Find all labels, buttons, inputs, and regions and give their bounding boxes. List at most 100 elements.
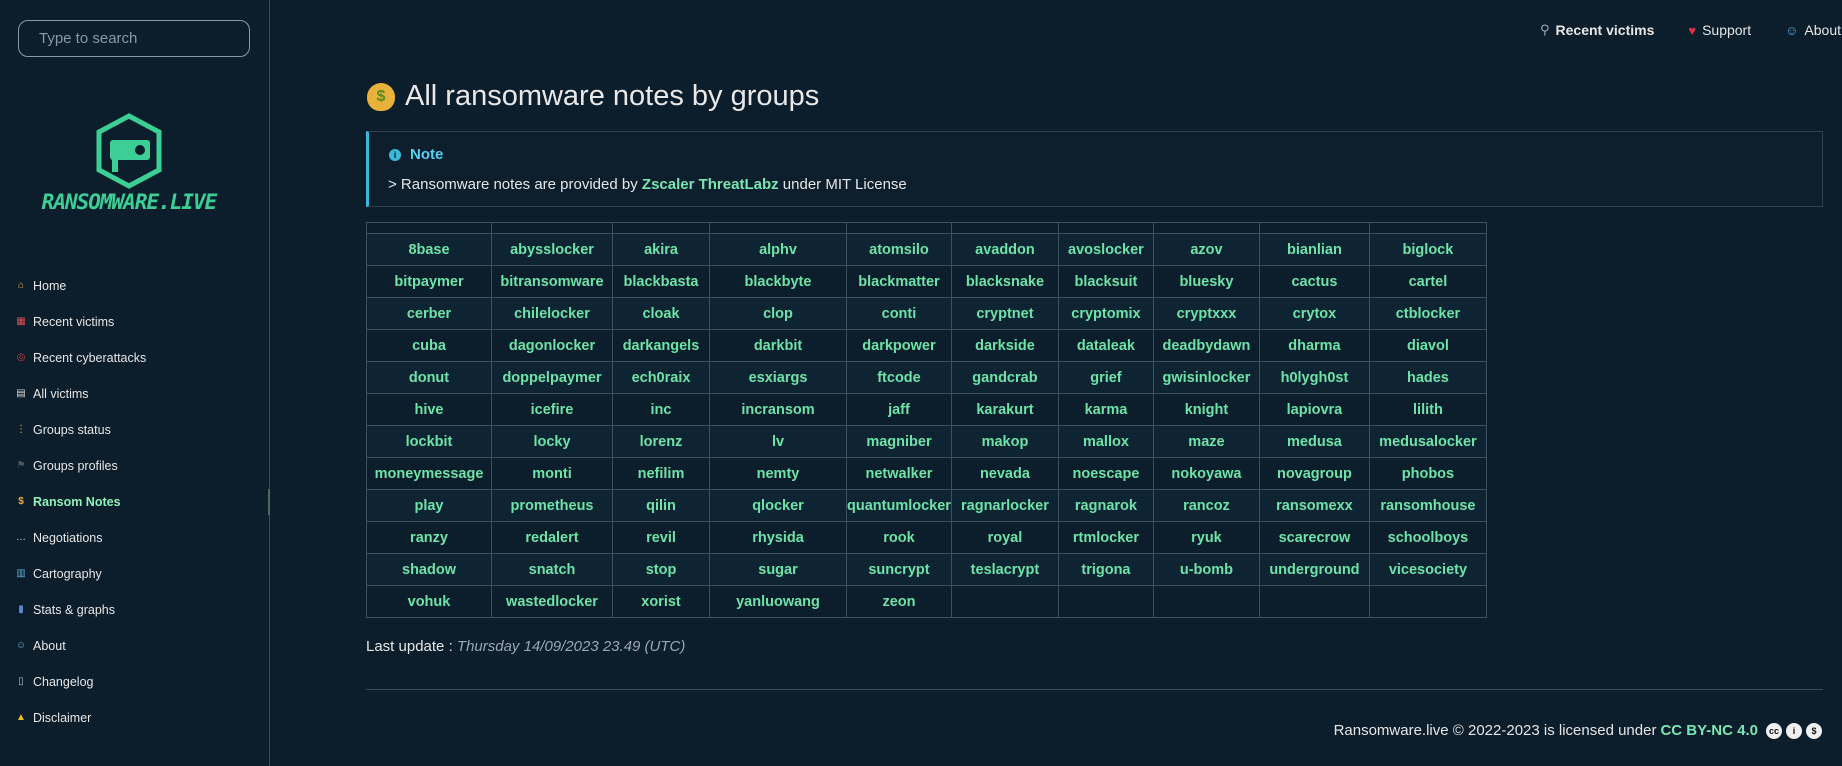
group-link[interactable]: incransom [709,393,847,426]
group-link[interactable]: blackmatter [846,265,952,298]
group-link[interactable]: novagroup [1258,457,1370,490]
group-link[interactable]: phobos [1368,457,1487,490]
group-link[interactable]: quantumlocker [846,489,952,522]
group-link[interactable]: netwalker [846,457,952,490]
group-link[interactable]: locky [491,425,613,458]
group-link[interactable]: ryuk [1152,521,1260,554]
group-link[interactable]: karma [1057,393,1154,426]
group-link[interactable]: doppelpaymer [491,361,613,394]
group-link[interactable]: lv [709,425,847,458]
group-link[interactable]: medusa [1258,425,1370,458]
group-link[interactable]: icefire [491,393,613,426]
group-link[interactable]: u-bomb [1152,553,1260,586]
group-link[interactable]: rhysida [709,521,847,554]
group-link[interactable]: gandcrab [950,361,1059,394]
sidebar-item-about[interactable]: ☺ About [0,628,269,664]
group-link[interactable]: teslacrypt [950,553,1059,586]
group-link[interactable]: cryptxxx [1152,297,1260,330]
group-link[interactable]: nemty [709,457,847,490]
group-link[interactable]: biglock [1368,233,1487,266]
group-link[interactable]: hades [1368,361,1487,394]
group-link[interactable]: ranzy [366,521,492,554]
group-link[interactable]: esxiargs [709,361,847,394]
group-link[interactable]: darkbit [709,329,847,362]
group-link[interactable]: blackbyte [709,265,847,298]
group-link[interactable]: bitransomware [491,265,613,298]
group-link[interactable]: ragnarok [1057,489,1154,522]
top-nav-recent-victims[interactable]: ⚲ Recent victims [1540,22,1654,38]
top-nav-support[interactable]: ♥ Support [1688,22,1751,38]
group-link[interactable]: donut [366,361,492,394]
group-link[interactable]: snatch [491,553,613,586]
group-link[interactable]: gwisinlocker [1152,361,1260,394]
group-link[interactable]: ctblocker [1368,297,1487,330]
group-link[interactable]: medusalocker [1368,425,1487,458]
group-link[interactable]: blacksuit [1057,265,1154,298]
group-link[interactable]: jaff [846,393,952,426]
group-link[interactable]: inc [612,393,710,426]
group-link[interactable]: karakurt [950,393,1059,426]
group-link[interactable]: cryptomix [1057,297,1154,330]
group-link[interactable]: nevada [950,457,1059,490]
group-link[interactable]: shadow [366,553,492,586]
top-nav-about[interactable]: ☺ About [1785,22,1841,38]
group-link[interactable]: bianlian [1258,233,1370,266]
license-link[interactable]: CC BY-NC 4.0 [1660,722,1758,739]
sidebar-item-changelog[interactable]: ▯ Changelog [0,664,269,700]
group-link[interactable]: rancoz [1152,489,1260,522]
group-link[interactable]: dharma [1258,329,1370,362]
group-link[interactable]: moneymessage [366,457,492,490]
group-link[interactable]: bitpaymer [366,265,492,298]
group-link[interactable]: cactus [1258,265,1370,298]
group-link[interactable]: deadbydawn [1152,329,1260,362]
group-link[interactable]: ransomhouse [1368,489,1487,522]
group-link[interactable]: ech0raix [612,361,710,394]
group-link[interactable]: suncrypt [846,553,952,586]
group-link[interactable]: magniber [846,425,952,458]
sidebar-item-groups-status[interactable]: ⋮ Groups status [0,412,269,448]
group-link[interactable]: alphv [709,233,847,266]
group-link[interactable]: schoolboys [1368,521,1487,554]
group-link[interactable]: ransomexx [1258,489,1370,522]
group-link[interactable]: h0lygh0st [1258,361,1370,394]
group-link[interactable]: nefilim [612,457,710,490]
group-link[interactable]: darkangels [612,329,710,362]
group-link[interactable]: hive [366,393,492,426]
group-link[interactable]: darkside [950,329,1059,362]
site-logo[interactable]: RANSOMWARE.LIVE [32,112,226,222]
group-link[interactable]: xorist [612,585,710,618]
sidebar-item-disclaimer[interactable]: ▲ Disclaimer [0,700,269,736]
group-link[interactable]: qlocker [709,489,847,522]
zscaler-link[interactable]: Zscaler ThreatLabz [642,176,779,193]
group-link[interactable]: maze [1152,425,1260,458]
group-link[interactable]: mallox [1057,425,1154,458]
group-link[interactable]: makop [950,425,1059,458]
group-link[interactable]: bluesky [1152,265,1260,298]
sidebar-item-groups-profiles[interactable]: ⚑ Groups profiles [0,448,269,484]
group-link[interactable]: knight [1152,393,1260,426]
group-link[interactable]: akira [612,233,710,266]
group-link[interactable]: lockbit [366,425,492,458]
group-link[interactable]: ragnarlocker [950,489,1059,522]
group-link[interactable]: nokoyawa [1152,457,1260,490]
group-link[interactable]: qilin [612,489,710,522]
group-link[interactable]: vohuk [366,585,492,618]
group-link[interactable]: scarecrow [1258,521,1370,554]
group-link[interactable]: zeon [846,585,952,618]
group-link[interactable]: avoslocker [1057,233,1154,266]
group-link[interactable]: redalert [491,521,613,554]
group-link[interactable]: wastedlocker [491,585,613,618]
group-link[interactable]: cerber [366,297,492,330]
group-link[interactable]: azov [1152,233,1260,266]
group-link[interactable]: darkpower [846,329,952,362]
group-link[interactable]: dagonlocker [491,329,613,362]
group-link[interactable]: lorenz [612,425,710,458]
group-link[interactable]: clop [709,297,847,330]
group-link[interactable]: 8base [366,233,492,266]
group-link[interactable]: rtmlocker [1057,521,1154,554]
group-link[interactable]: abysslocker [491,233,613,266]
group-link[interactable]: grief [1057,361,1154,394]
group-link[interactable]: atomsilo [846,233,952,266]
group-link[interactable]: monti [491,457,613,490]
group-link[interactable]: cloak [612,297,710,330]
